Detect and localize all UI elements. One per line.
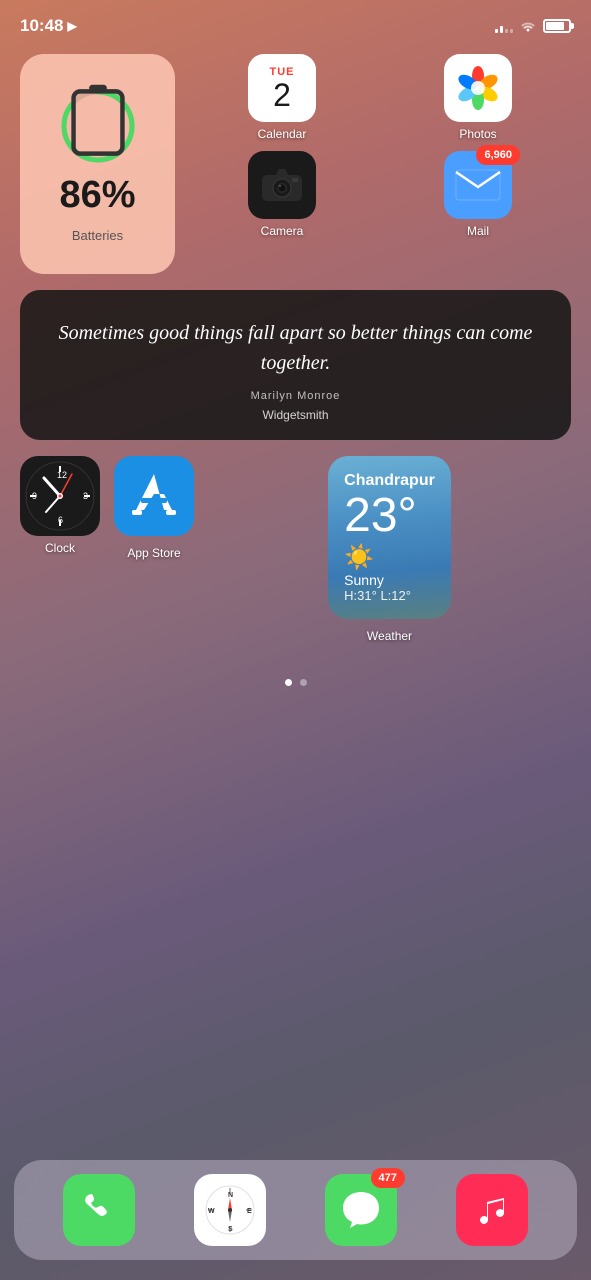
page-dot-2[interactable] (300, 679, 307, 686)
screen: 10:48 ▶ (0, 0, 591, 1280)
signal-bars (495, 19, 513, 33)
weather-temperature: 23° (344, 490, 435, 543)
svg-text:6: 6 (58, 515, 63, 525)
clock-icon[interactable]: 12 3 6 9 (20, 456, 100, 536)
top-row: 86% Batteries TUE 2 Calendar (20, 54, 571, 274)
weather-city: Chandrapur (344, 472, 435, 490)
page-dots (20, 659, 571, 696)
quote-text: Sometimes good things fall apart so bett… (46, 318, 545, 378)
svg-text:9: 9 (32, 491, 37, 501)
quote-author: Marilyn Monroe (46, 390, 545, 402)
wifi-icon (519, 18, 537, 35)
camera-label: Camera (261, 224, 304, 238)
music-app[interactable] (456, 1174, 528, 1246)
messages-badge: 477 (371, 1168, 405, 1188)
sun-icon: ☀️ (344, 543, 374, 572)
calendar-app[interactable]: TUE 2 Calendar (189, 54, 375, 141)
calendar-label: Calendar (258, 127, 307, 141)
quote-widget[interactable]: Sometimes good things fall apart so bett… (20, 290, 571, 440)
battery-icon (543, 19, 571, 33)
weather-condition: Sunny (344, 572, 435, 588)
battery-circle (58, 86, 138, 166)
mail-badge: 6,960 (476, 145, 520, 165)
safari-icon[interactable]: N S W E (194, 1174, 266, 1246)
svg-text:W: W (208, 1208, 215, 1215)
page-dot-1[interactable] (285, 679, 292, 686)
main-area: 86% Batteries TUE 2 Calendar (0, 44, 591, 1160)
calendar-icon[interactable]: TUE 2 (248, 54, 316, 122)
app-grid: TUE 2 Calendar (189, 54, 571, 238)
location-arrow-icon: ▶ (67, 19, 76, 33)
clock-label: Clock (45, 541, 75, 555)
status-icons (495, 18, 571, 35)
svg-text:E: E (247, 1208, 252, 1215)
svg-text:3: 3 (83, 491, 88, 501)
time-display: 10:48 (20, 16, 63, 36)
camera-icon[interactable] (248, 151, 316, 219)
app-store-icon[interactable] (114, 456, 194, 541)
mail-app[interactable]: 6,960 Mail (385, 151, 571, 238)
svg-text:S: S (228, 1226, 233, 1233)
weather-hi-lo: H:31° L:12° (344, 588, 435, 603)
messages-app[interactable]: 477 (325, 1174, 397, 1246)
weather-high: H:31° (344, 588, 377, 603)
weather-widget[interactable]: Chandrapur 23° ☀️ Sunny H:31° L:12° (328, 456, 451, 619)
phone-battery-icon (58, 82, 138, 169)
batteries-label: Batteries (72, 228, 123, 243)
battery-percentage: 86% (59, 176, 135, 214)
app-store-label: App Store (127, 546, 180, 560)
phone-icon[interactable] (63, 1174, 135, 1246)
weather-low: L:12° (380, 588, 411, 603)
weather-condition-row: ☀️ (344, 543, 435, 572)
apps-row: 12 3 6 9 Clock (20, 456, 571, 643)
battery-fill (546, 22, 564, 30)
batteries-widget[interactable]: 86% Batteries (20, 54, 175, 274)
photos-icon[interactable] (444, 54, 512, 122)
calendar-day-of-week: TUE (248, 63, 316, 78)
safari-app[interactable]: N S W E (194, 1174, 266, 1246)
clock-app[interactable]: 12 3 6 9 Clock (20, 456, 100, 555)
weather-label: Weather (367, 629, 412, 643)
photos-label: Photos (459, 127, 496, 141)
camera-app[interactable]: Camera (189, 151, 375, 238)
mail-label: Mail (467, 224, 489, 238)
status-time: 10:48 ▶ (20, 16, 77, 36)
svg-text:N: N (228, 1192, 233, 1199)
widgetsmith-label: Widgetsmith (46, 408, 545, 422)
status-bar: 10:48 ▶ (0, 0, 591, 44)
app-store-app[interactable]: App Store (114, 456, 194, 560)
phone-app[interactable] (63, 1174, 135, 1246)
music-icon[interactable] (456, 1174, 528, 1246)
mail-icon[interactable]: 6,960 (444, 151, 512, 219)
calendar-date: 2 (273, 78, 291, 113)
photos-app[interactable]: Photos (385, 54, 571, 141)
dock: N S W E 477 (14, 1160, 577, 1260)
svg-text:12: 12 (57, 470, 67, 480)
weather-container: Chandrapur 23° ☀️ Sunny H:31° L:12° (208, 456, 571, 643)
